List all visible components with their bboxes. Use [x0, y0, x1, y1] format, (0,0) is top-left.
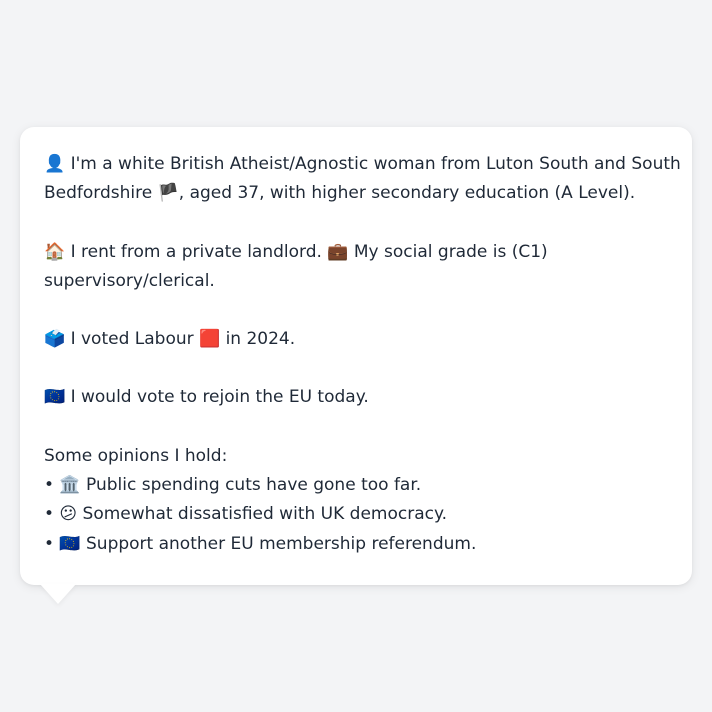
eu-paragraph: 🇪🇺 I would vote to rejoin the EU today.	[44, 383, 668, 412]
bubble-tail	[40, 584, 76, 604]
housing-line: 🏠 I rent from a private landlord. 💼 My s…	[44, 241, 548, 262]
opinions-heading: Some opinions I hold:	[44, 445, 228, 466]
intro-paragraph: 👤 I'm a white British Atheist/Agnostic w…	[44, 150, 681, 209]
persona-message-bubble: 👤 I'm a white British Atheist/Agnostic w…	[20, 127, 692, 585]
eu-stance-text: 🇪🇺 I would vote to rejoin the EU today.	[44, 387, 369, 408]
vote-2024-text: 🗳️ I voted Labour 🟥 in 2024.	[44, 329, 296, 350]
housing-line: supervisory/clerical.	[44, 270, 215, 291]
vote-paragraph: 🗳️ I voted Labour 🟥 in 2024.	[44, 325, 668, 354]
intro-line: 👤 I'm a white British Atheist/Agnostic w…	[44, 154, 681, 174]
housing-paragraph: 🏠 I rent from a private landlord. 💼 My s…	[44, 238, 668, 297]
opinion-item: • 😕 Somewhat dissatisfied with UK democr…	[44, 504, 448, 525]
intro-line: Bedfordshire 🏴, aged 37, with higher sec…	[44, 183, 636, 204]
opinion-item: • 🇪🇺 Support another EU membership refer…	[44, 533, 477, 554]
opinion-item: • 🏛️ Public spending cuts have gone too …	[44, 475, 422, 496]
opinions-section: Some opinions I hold: • 🏛️ Public spendi…	[44, 442, 668, 559]
